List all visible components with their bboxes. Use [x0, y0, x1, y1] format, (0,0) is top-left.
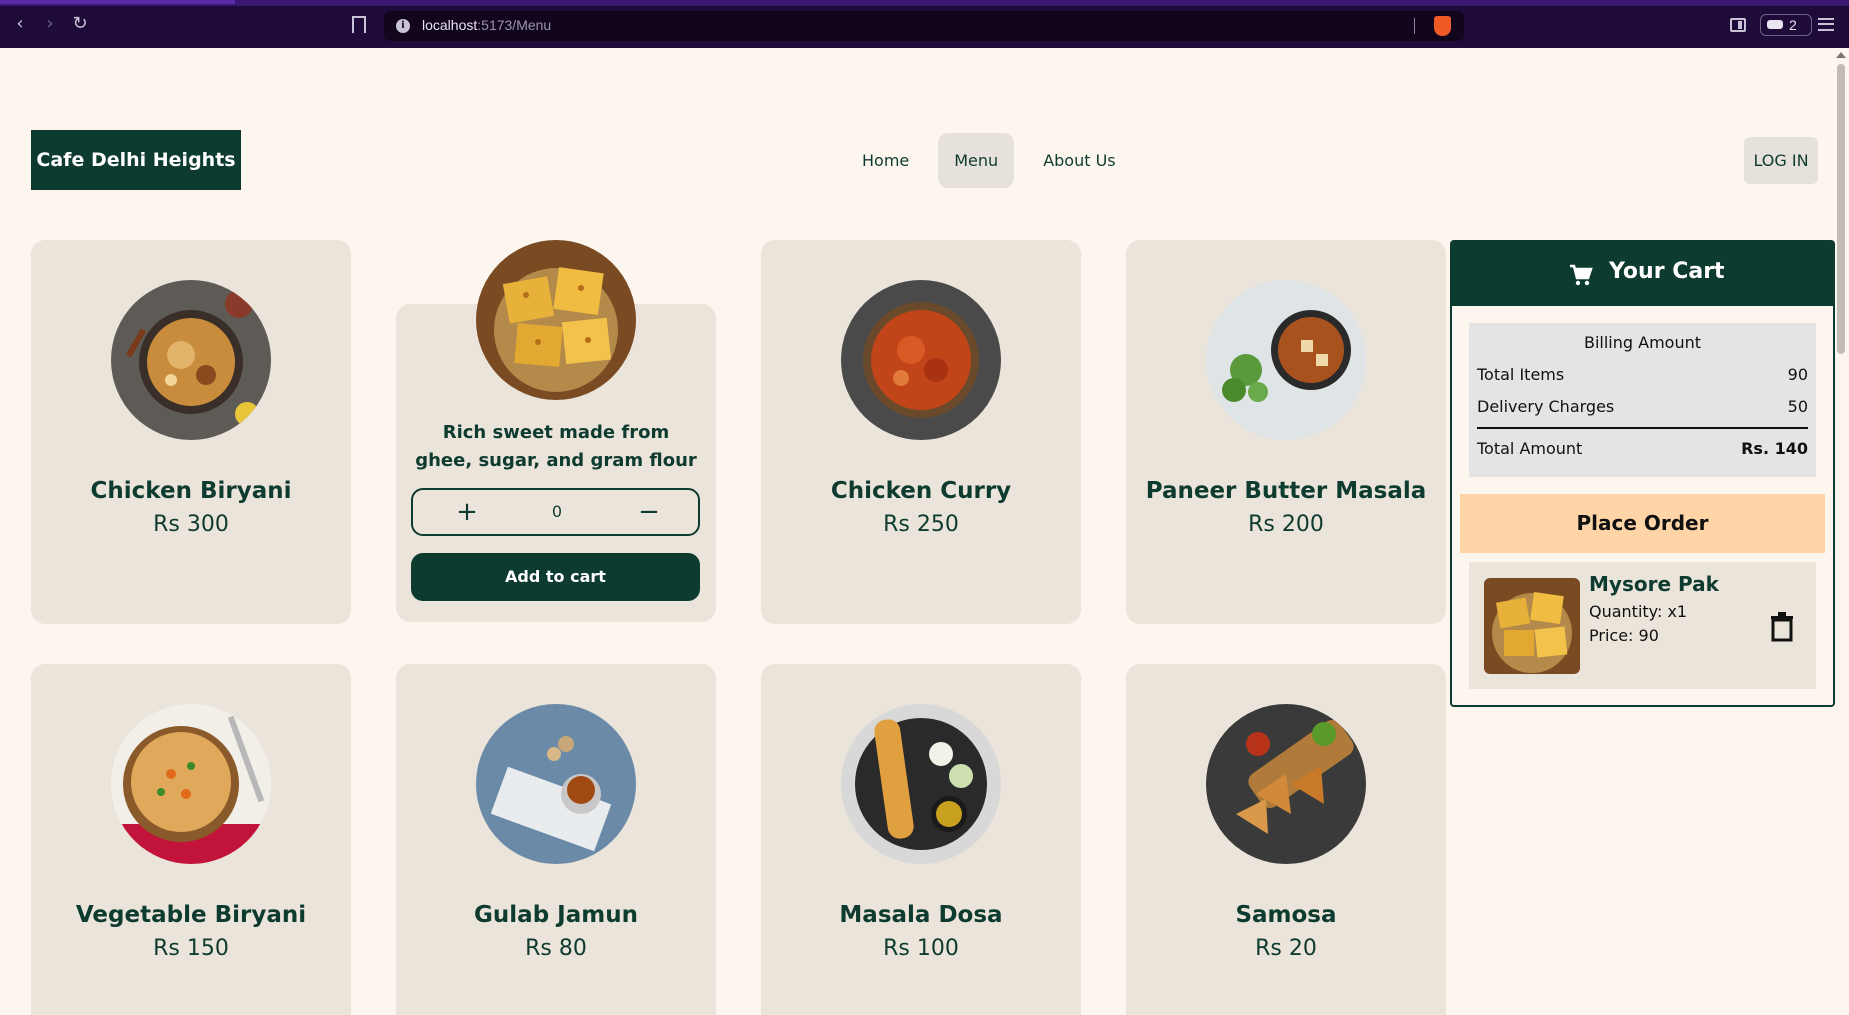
trash-icon[interactable]	[1770, 612, 1794, 642]
menu-item-price: Rs 100	[883, 936, 959, 961]
samosa-image	[1206, 704, 1366, 864]
browser-menu-icon[interactable]	[1818, 18, 1834, 31]
menu-item-name: Paneer Butter Masala	[1145, 478, 1427, 504]
billing-summary: Billing Amount Total Items 90 Delivery C…	[1469, 323, 1816, 477]
quantity-value: 0	[551, 502, 563, 521]
masala-dosa-image	[841, 704, 1001, 864]
url-path: :5173/Menu	[477, 17, 552, 33]
total-amount-value: Rs. 140	[1741, 439, 1808, 458]
url-host: localhost	[422, 17, 478, 33]
site-logo[interactable]: Cafe Delhi Heights	[31, 130, 241, 190]
wallet-count: 2	[1789, 17, 1797, 33]
cart-header: Your Cart	[1452, 242, 1833, 306]
menu-item-price: Rs 20	[1255, 936, 1317, 961]
billing-divider	[1477, 427, 1808, 429]
brave-shields-icon[interactable]	[1434, 16, 1451, 36]
gulab-jamun-image	[476, 704, 636, 864]
menu-item-name: Samosa	[1235, 902, 1337, 928]
address-bar[interactable]: i localhost:5173/Menu	[384, 11, 1464, 41]
scroll-up-arrow[interactable]	[1836, 52, 1846, 58]
bookmark-icon[interactable]	[352, 16, 366, 33]
nav-home[interactable]: Home	[846, 133, 925, 188]
login-button[interactable]: LOG IN	[1744, 137, 1818, 184]
menu-item-price: Rs 300	[153, 512, 229, 537]
cart-item-image	[1484, 578, 1580, 674]
menu-item-name: Chicken Curry	[830, 478, 1012, 504]
place-order-button[interactable]: Place Order	[1460, 494, 1825, 553]
mysore-pak-image	[476, 240, 636, 400]
add-to-cart-button[interactable]: Add to cart	[411, 553, 700, 601]
menu-card-samosa[interactable]: Samosa Rs 20	[1126, 664, 1446, 1015]
quantity-stepper: + 0 −	[411, 488, 700, 536]
active-tab-indicator	[0, 0, 235, 4]
url-divider	[1414, 18, 1415, 34]
menu-card-chicken-biryani[interactable]: Chicken Biryani Rs 300	[31, 240, 351, 624]
vegetable-biryani-image	[111, 704, 271, 864]
wallet-button[interactable]: 2	[1760, 14, 1812, 36]
shopping-cart-icon	[1570, 264, 1593, 286]
scroll-thumb[interactable]	[1837, 64, 1845, 354]
total-items-label: Total Items	[1477, 365, 1565, 384]
back-icon[interactable]: ‹	[10, 14, 30, 34]
url-text: localhost:5173/Menu	[422, 17, 551, 33]
site-info-icon[interactable]: i	[396, 19, 410, 33]
menu-item-name: Vegetable Biryani	[75, 902, 307, 928]
wallet-icon	[1767, 20, 1783, 29]
paneer-butter-masala-image	[1206, 280, 1366, 440]
cart-title: Your Cart	[1609, 259, 1725, 284]
menu-item-name: Chicken Biryani	[90, 478, 292, 504]
chicken-curry-image	[841, 280, 1001, 440]
forward-icon[interactable]: ›	[40, 14, 60, 34]
tab-strip	[0, 0, 1849, 6]
reload-icon[interactable]: ↻	[70, 14, 90, 34]
total-items-value: 90	[1787, 365, 1808, 384]
cart-panel: Your Cart Billing Amount Total Items 90 …	[1450, 240, 1835, 707]
cart-item-name: Mysore Pak	[1589, 572, 1719, 596]
menu-card-vegetable-biryani[interactable]: Vegetable Biryani Rs 150	[31, 664, 351, 1015]
menu-card-chicken-curry[interactable]: Chicken Curry Rs 250	[761, 240, 1081, 624]
main-nav: Home Menu About Us	[846, 133, 1145, 188]
chicken-biryani-image	[111, 280, 271, 440]
menu-item-name: Masala Dosa	[839, 902, 1003, 928]
billing-title: Billing Amount	[1583, 333, 1701, 352]
menu-card-mysore-pak[interactable]: Rich sweet made from ghee, sugar, and gr…	[396, 240, 716, 622]
sidebar-toggle-icon[interactable]	[1730, 18, 1746, 32]
page-scrollbar[interactable]	[1833, 48, 1849, 1015]
total-amount-label: Total Amount	[1477, 439, 1583, 458]
cart-item-price: Price: 90	[1589, 626, 1659, 645]
menu-card-paneer-butter-masala[interactable]: Paneer Butter Masala Rs 200	[1126, 240, 1446, 624]
menu-item-price: Rs 200	[1248, 512, 1324, 537]
delivery-charges-label: Delivery Charges	[1477, 397, 1615, 416]
menu-card-gulab-jamun[interactable]: Gulab Jamun Rs 80	[396, 664, 716, 1015]
menu-item-price: Rs 250	[883, 512, 959, 537]
menu-item-price: Rs 150	[153, 936, 229, 961]
browser-toolbar: ‹ › ↻ i localhost:5173/Menu 2	[0, 0, 1849, 48]
nav-about-us[interactable]: About Us	[1027, 133, 1131, 188]
cart-item-quantity: Quantity: x1	[1589, 602, 1688, 621]
increase-quantity-button[interactable]: +	[453, 498, 481, 526]
nav-menu[interactable]: Menu	[938, 133, 1015, 188]
menu-item-name: Gulab Jamun	[474, 902, 638, 928]
decrease-quantity-button[interactable]: −	[635, 498, 663, 526]
cart-item: Mysore Pak Quantity: x1 Price: 90	[1469, 562, 1816, 689]
delivery-charges-value: 50	[1787, 397, 1808, 416]
menu-item-price: Rs 80	[525, 936, 587, 961]
menu-card-masala-dosa[interactable]: Masala Dosa Rs 100	[761, 664, 1081, 1015]
menu-item-description: Rich sweet made from ghee, sugar, and gr…	[415, 422, 697, 471]
